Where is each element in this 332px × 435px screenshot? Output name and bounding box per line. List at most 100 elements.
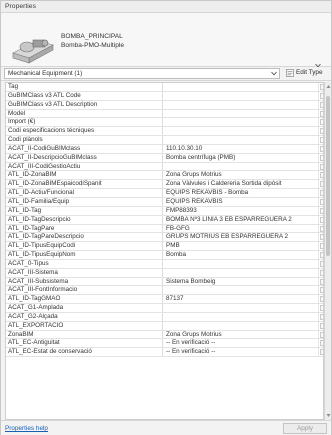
type-selector[interactable]: BOMBA_PRINCIPAL Bomba-PMO-Multiple (1, 13, 331, 68)
parameter-row[interactable]: Codi plànols (6, 136, 323, 145)
parameter-value-field[interactable] (164, 127, 319, 136)
pump-thumbnail-icon (7, 31, 57, 65)
parameter-value-field[interactable]: Sistema Bombeig (164, 277, 319, 286)
parameter-row[interactable]: ATL_ID-Familia/Equip EQUIPS REKAVBIS (6, 197, 323, 207)
parameter-row[interactable]: ATL_ID-TagGMAO 87137 (6, 295, 323, 305)
parameter-name: GuBIMClass v3 ATL Code (6, 91, 163, 100)
parameter-name: ZonaBIM (6, 330, 163, 339)
parameter-value-field[interactable] (164, 259, 319, 268)
parameter-row[interactable]: ATL_EXPORTACIO (6, 321, 323, 331)
edit-type-label: Edit Type (296, 69, 323, 76)
parameter-row[interactable]: Codi especificacions técniques (6, 127, 323, 137)
scrollbar-thumb[interactable] (326, 96, 330, 256)
parameter-row[interactable]: ACAT_0-Tipus (6, 259, 323, 269)
parameter-name: ATL_ID-ZonaBIM (6, 171, 163, 180)
parameter-row[interactable]: ATL_ID-TipusEquipCodi PMB (6, 242, 323, 252)
parameter-value-field[interactable] (164, 91, 319, 100)
parameter-value-field[interactable]: Bomba centrífuga (PMB) (164, 153, 319, 162)
parameter-value-field[interactable] (164, 109, 319, 118)
parameter-value-field[interactable]: 87137 (164, 295, 319, 304)
parameter-name: ATL_ID-TagGMAO (6, 295, 163, 304)
parameter-row[interactable]: ATL_ID-ZonaBIMEspaicodiSpanit Zona Vàlvul… (6, 180, 323, 190)
properties-help-link[interactable]: Properties help (5, 425, 48, 432)
parameter-row[interactable]: ACAT_II-CodiGuBIMclass 110.10.30.10 (6, 144, 323, 154)
parameter-value-field[interactable]: Zona Grups Motrius (164, 171, 319, 180)
category-filter-value: Mechanical Equipment (1) (8, 70, 83, 77)
parameter-name: Model (6, 109, 163, 118)
parameter-value-field[interactable]: Zona Vàlvules i Caldereria Sortida dipòs… (164, 180, 319, 189)
parameter-value-field[interactable] (164, 83, 319, 91)
parameter-name: ACAT_0-Tipus (6, 259, 163, 268)
parameter-row[interactable]: ATL_ID-TagDescripcio BOMBA Nº3 LÍNIA 3 EB… (6, 215, 323, 225)
parameter-value-field[interactable] (164, 100, 319, 109)
edit-type-icon (286, 69, 294, 77)
parameter-value-field[interactable] (164, 268, 319, 277)
parameter-name: ACAT_II-DescripcioGuBIMclass (6, 153, 163, 162)
vertical-scrollbar[interactable] (324, 82, 331, 420)
parameter-value-field[interactable]: FMP88393 (164, 206, 319, 215)
parameter-row[interactable]: ATL_ID-TipusEquipNom Bomba (6, 251, 323, 260)
parameter-name: ACAT_II-CodiGuBIMclass (6, 144, 163, 153)
parameter-row[interactable]: ATL_EC-Antiguitat -- En verificació -- (6, 339, 323, 349)
parameter-value-field[interactable]: 110.10.30.10 (164, 144, 319, 153)
parameter-value-field[interactable]: Zona Grups Motrius (164, 330, 319, 339)
parameter-value-field[interactable]: -- En verificació -- (164, 348, 319, 357)
parameter-name: ACAT_III-CodiGestioActiu (6, 162, 163, 171)
parameter-value-field[interactable] (164, 304, 319, 312)
parameter-row[interactable]: ACAT_II-DescripcioGuBIMclass Bomba centrí… (6, 153, 323, 163)
parameter-row[interactable]: Model (6, 109, 323, 119)
parameter-name: ACAT_III-Subsistema (6, 277, 163, 286)
parameter-value-field[interactable]: PMB (164, 242, 319, 251)
parameter-name: ATL_ID-TipusEquipCodi (6, 242, 163, 251)
scroll-up-arrow-icon[interactable] (326, 84, 331, 89)
parameter-value-field[interactable] (164, 286, 319, 295)
scroll-down-arrow-icon[interactable] (326, 413, 331, 418)
apply-button[interactable]: Apply (283, 423, 327, 434)
parameter-name: ATL_ID-TipusEquipNom (6, 251, 163, 259)
properties-palette: Properties BOMBA_PRINCIPAL Bomba-PMO-Mul… (0, 0, 332, 435)
parameter-value-field[interactable] (164, 118, 319, 127)
family-name: BOMBA_PRINCIPAL (61, 33, 123, 40)
parameter-row[interactable]: ATL_ID-Actiu/Funcional EQUIPS REKAVBIS - … (6, 189, 323, 198)
parameter-row[interactable]: ATL_ID-TagPareDescripcio GRUPS MOTRIUS EB… (6, 233, 323, 243)
parameter-value-field[interactable]: EQUIPS REKAVBIS - Bomba (164, 189, 319, 197)
parameter-value-field[interactable]: -- En verificació -- (164, 339, 319, 348)
parameter-row[interactable]: ACAT_III-Subsistema Sistema Bombeig (6, 277, 323, 287)
parameter-name: ATL_EC-Estat de conservació (6, 348, 163, 357)
parameter-row[interactable]: ZonaBIM Zona Grups Motrius (6, 330, 323, 340)
parameter-value-field[interactable] (164, 312, 319, 321)
parameter-row[interactable]: ATL_EC-Estat de conservació -- En verific… (6, 348, 323, 358)
parameter-value-field[interactable] (164, 136, 319, 144)
parameter-value-field[interactable] (164, 321, 319, 330)
parameter-value-field[interactable]: BOMBA Nº3 LÍNIA 3 EB ESPARREGUERA 2 (164, 215, 319, 224)
parameter-value-field[interactable]: Bomba (164, 251, 319, 259)
parameter-name: ACAT_G1-Amplada (6, 304, 163, 312)
parameter-row[interactable]: ACAT_III-CodiGestioActiu (6, 162, 323, 172)
parameter-value-field[interactable]: FB-GFG (164, 224, 319, 233)
parameter-name: ATL_ID-ZonaBIMEspaicodiSpanit (6, 180, 163, 189)
parameter-row[interactable]: ACAT_III-FontInformacio (6, 286, 323, 296)
parameter-name: ATL_ID-TagPare (6, 224, 163, 233)
parameter-row[interactable]: ACAT_III-Sistema (6, 268, 323, 278)
parameter-row[interactable]: ACAT_G1-Amplada (6, 304, 323, 313)
parameter-value-field[interactable] (164, 162, 319, 171)
parameter-row[interactable]: ATL_ID-ZonaBIM Zona Grups Motrius (6, 171, 323, 181)
parameter-row[interactable]: ATL_ID-Tag FMP88393 (6, 206, 323, 216)
edit-type-button[interactable]: Edit Type (286, 68, 331, 79)
parameter-name: ATL_ID-TagDescripcio (6, 215, 163, 224)
parameter-value-field[interactable]: GRUPS MOTRIUS EB ESPARREGUERA 2 (164, 233, 319, 242)
parameter-row[interactable]: GuBIMClass v3 ATL Description (6, 100, 323, 110)
parameter-row[interactable]: Tag (6, 83, 323, 92)
parameter-row[interactable]: ATL_ID-TagPare FB-GFG (6, 224, 323, 234)
parameter-name: ATL_ID-TagPareDescripcio (6, 233, 163, 242)
parameter-row[interactable]: Import (€) (6, 118, 323, 128)
parameter-row[interactable]: ACAT_G2-Alçada (6, 312, 323, 322)
parameter-row[interactable]: GuBIMClass v3 ATL Code (6, 91, 323, 101)
parameter-value-field[interactable]: EQUIPS REKAVBIS (164, 197, 319, 206)
parameter-name: ACAT_III-Sistema (6, 268, 163, 277)
title-bar[interactable]: Properties (1, 1, 331, 13)
category-filter-dropdown[interactable]: Mechanical Equipment (1) (4, 68, 280, 79)
parameter-name: ACAT_III-FontInformacio (6, 286, 163, 295)
parameter-name: GuBIMClass v3 ATL Description (6, 100, 163, 109)
parameter-name: ACAT_G2-Alçada (6, 312, 163, 321)
